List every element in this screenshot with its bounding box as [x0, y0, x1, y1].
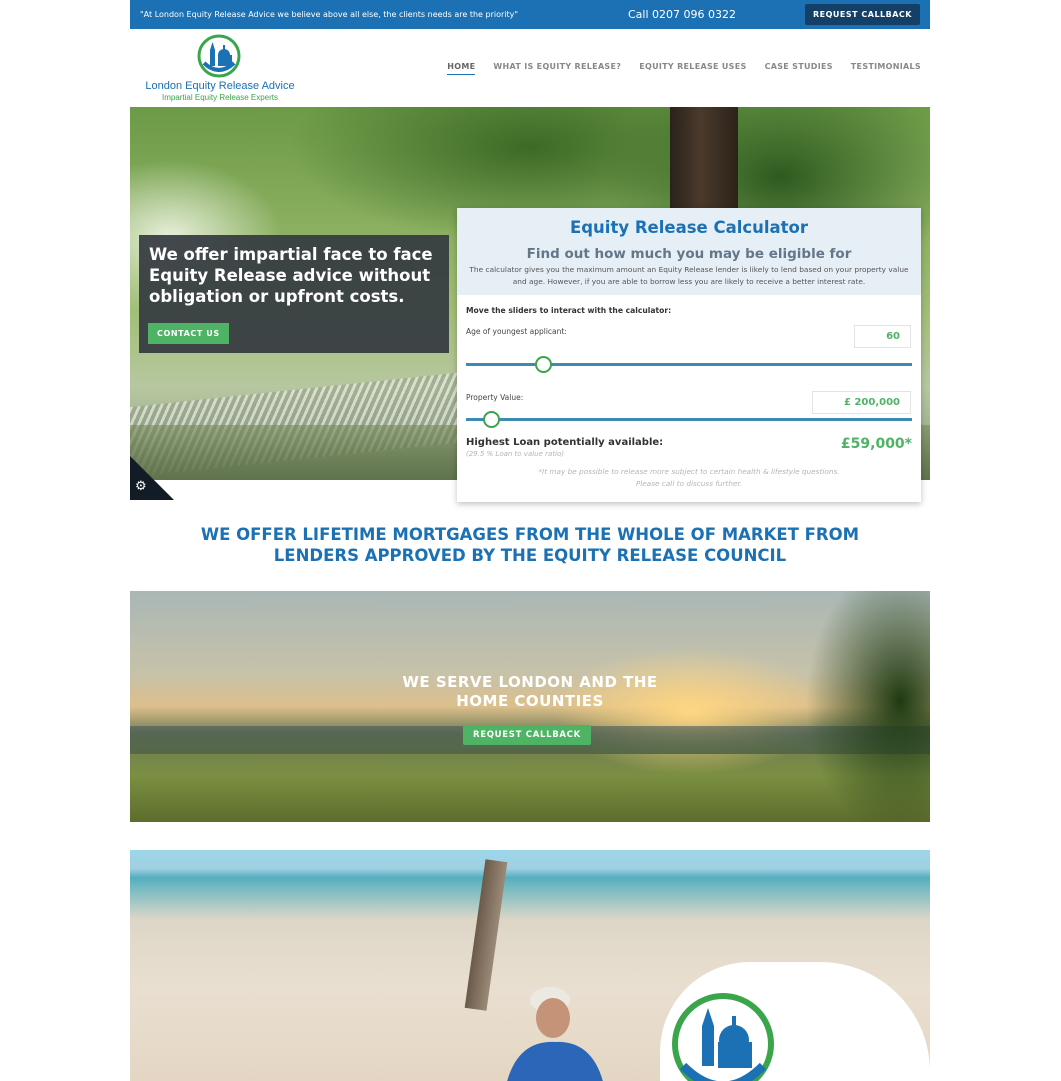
calculator-instructions: Move the sliders to interact with the ca…	[466, 306, 672, 315]
equity-release-calculator: Equity Release Calculator Find out how m…	[457, 208, 921, 502]
property-slider-handle[interactable]	[483, 411, 501, 428]
loan-to-value-ratio: (29.5 % Loan to value ratio)	[466, 450, 565, 458]
age-slider-track[interactable]	[466, 363, 912, 366]
calculator-description: The calculator gives you the maximum amo…	[469, 265, 909, 286]
lenders-headline-line1: WE OFFER LIFETIME MORTGAGES FROM THE WHO…	[200, 525, 860, 544]
gear-icon[interactable]: ⚙	[135, 479, 147, 494]
calculator-header: Equity Release Calculator Find out how m…	[457, 208, 921, 295]
site-header: London Equity Release Advice Impartial E…	[130, 29, 930, 107]
service-area-line2: HOME COUNTIES	[456, 692, 604, 710]
phone-link[interactable]: Call 0207 096 0322	[628, 8, 788, 21]
banner-request-callback-button[interactable]: REQUEST CALLBACK	[463, 725, 591, 745]
age-value-field[interactable]: 60	[854, 325, 911, 348]
calculator-subtitle: Find out how much you may be eligible fo…	[526, 246, 852, 262]
calculator-note-line2: Please call to discuss further.	[635, 479, 743, 488]
brand-name: London Equity Release Advice	[145, 80, 295, 92]
top-bar: "At London Equity Release Advice we beli…	[130, 0, 930, 29]
nav-item-testimonials[interactable]: TESTIMONIALS	[851, 62, 921, 75]
age-slider-handle[interactable]	[534, 356, 552, 373]
hero-offer-box: We offer impartial face to face Equity R…	[139, 235, 449, 353]
property-value-label: Property Value:	[466, 393, 524, 402]
topbar-quote: "At London Equity Release Advice we beli…	[140, 10, 519, 19]
beach-image	[130, 850, 930, 1081]
lenders-headline-line2: LENDERS APPROVED BY THE EQUITY RELEASE C…	[273, 546, 787, 565]
service-area-line1: WE SERVE LONDON AND THE	[402, 673, 658, 691]
result-value: £59,000*	[840, 436, 912, 452]
nav-item-what-is-equity-release[interactable]: WHAT IS EQUITY RELEASE?	[493, 62, 621, 75]
london-skyline-icon	[197, 34, 241, 78]
age-label: Age of youngest applicant:	[466, 327, 567, 336]
service-area-banner: WE SERVE LONDON AND THE HOME COUNTIES RE…	[130, 591, 930, 822]
logo-card	[660, 962, 930, 1081]
property-slider-track[interactable]	[466, 418, 912, 421]
main-nav: HOME WHAT IS EQUITY RELEASE? EQUITY RELE…	[447, 62, 921, 75]
calculator-title: Equity Release Calculator	[569, 218, 809, 237]
london-skyline-icon	[672, 993, 774, 1081]
calculator-note: *It may be possible to release more subj…	[457, 466, 921, 490]
contact-us-button[interactable]: CONTACT US	[148, 323, 229, 344]
request-callback-button[interactable]: REQUEST CALLBACK	[804, 4, 920, 25]
hero-headline: We offer impartial face to face Equity R…	[149, 245, 433, 306]
brand-tagline: Impartial Equity Release Experts	[161, 93, 279, 102]
person-figure	[507, 987, 603, 1081]
calculator-note-line1: *It may be possible to release more subj…	[538, 467, 840, 476]
result-label: Highest Loan potentially available:	[466, 437, 664, 448]
nav-item-case-studies[interactable]: CASE STUDIES	[765, 62, 833, 75]
nav-item-home[interactable]: HOME	[447, 62, 476, 75]
lenders-headline: WE OFFER LIFETIME MORTGAGES FROM THE WHO…	[130, 524, 930, 566]
property-value-field[interactable]: £ 200,000	[812, 391, 911, 414]
service-area-heading: WE SERVE LONDON AND THE HOME COUNTIES	[130, 673, 930, 711]
site-logo[interactable]: London Equity Release Advice Impartial E…	[138, 33, 302, 103]
nav-item-equity-release-uses[interactable]: EQUITY RELEASE USES	[639, 62, 746, 75]
calculator-body: Move the sliders to interact with the ca…	[457, 295, 921, 502]
